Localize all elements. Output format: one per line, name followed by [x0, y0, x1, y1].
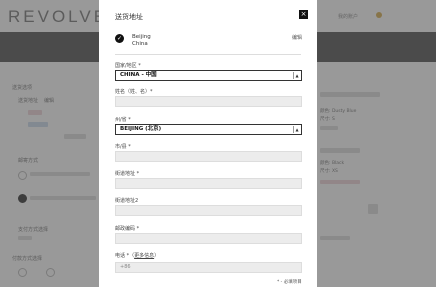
postcode-label: 邮政编码 *: [115, 226, 140, 232]
state-select-value: BEIJING (北京): [120, 126, 162, 132]
address-line-1: Beijing: [132, 34, 151, 40]
phone-input-value: +86: [120, 264, 131, 270]
chevron-down-icon: ▲: [293, 126, 300, 133]
state-label: 州/省 *: [115, 117, 131, 123]
phone-input[interactable]: +86: [115, 262, 302, 273]
address-line-2: China: [132, 41, 148, 47]
phone-label-prefix: 电话 *（: [115, 253, 135, 259]
country-select-value: CHINA - 中国: [120, 72, 157, 78]
edit-address-link[interactable]: 编辑: [292, 34, 302, 41]
required-note: * - 必填项目: [277, 280, 302, 285]
checkmark-icon: ✓: [115, 34, 124, 43]
close-button[interactable]: ×: [299, 10, 308, 19]
country-label: 国家/地区 *: [115, 63, 141, 69]
divider: [115, 54, 301, 55]
name-input[interactable]: [115, 96, 302, 107]
chevron-down-icon: ▲: [293, 72, 300, 79]
street2-label: 街道地址2: [115, 198, 139, 204]
name-label: 姓名（姓、名）*: [115, 89, 153, 95]
street2-input[interactable]: [115, 205, 302, 216]
postcode-input[interactable]: [115, 233, 302, 244]
country-select[interactable]: CHINA - 中国 ▲: [115, 70, 302, 81]
city-input[interactable]: [115, 151, 302, 162]
modal-title: 送货地址: [115, 13, 143, 21]
state-select[interactable]: BEIJING (北京) ▲: [115, 124, 302, 135]
shipping-address-modal: 送货地址 × ✓ Beijing China 编辑 国家/地区 * CHINA …: [99, 0, 317, 287]
phone-label-suffix: ）: [154, 253, 160, 259]
street1-label: 街道地址 *: [115, 171, 140, 177]
phone-label: 电话 *（更多信息）: [115, 252, 159, 259]
street1-input[interactable]: [115, 178, 302, 189]
more-info-link[interactable]: 更多信息: [134, 253, 154, 259]
city-label: 市/县 *: [115, 144, 131, 150]
